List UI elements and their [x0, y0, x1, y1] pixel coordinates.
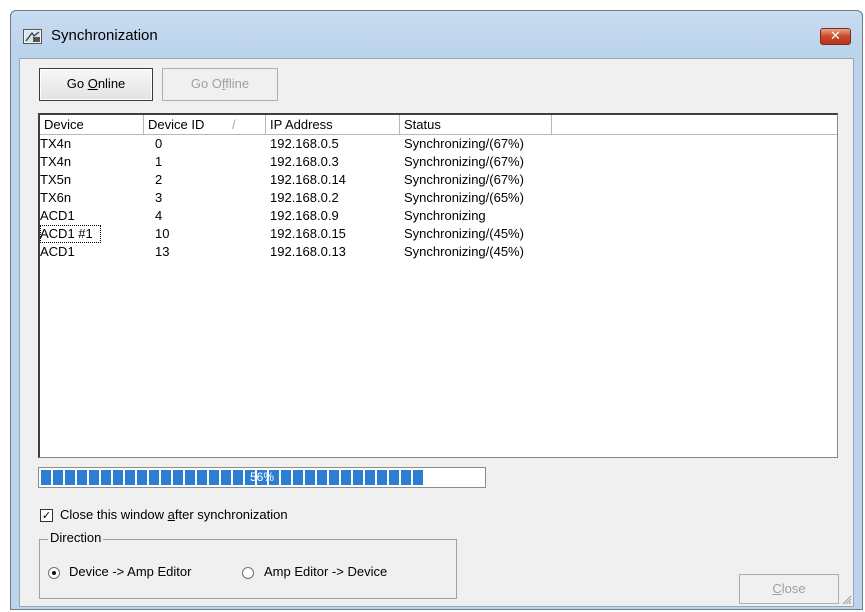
column-header-filler [552, 115, 837, 135]
cell-device-id: 13 [155, 244, 170, 259]
cell-device-id: 1 [155, 154, 163, 169]
cell-ip-address: 192.168.0.13 [270, 244, 346, 259]
cell-status: Synchronizing/(65%) [404, 190, 524, 205]
progress-percent-label: 56% [249, 470, 275, 484]
table-row[interactable]: TX4n 0 192.168.0.5 Synchronizing/(67%) [40, 135, 836, 153]
close-icon: ✕ [830, 29, 841, 44]
column-header-device-id[interactable]: Device ID / [144, 115, 266, 135]
cell-status: Synchronizing/(45%) [404, 226, 524, 241]
cell-status: Synchronizing [404, 208, 486, 223]
sort-indicator-icon: / [232, 117, 236, 132]
cell-status: Synchronizing/(67%) [404, 136, 524, 151]
go-offline-label-pre: Go O [190, 76, 222, 91]
direction-device-to-editor-label[interactable]: Device -> Amp Editor [69, 564, 191, 579]
cell-status: Synchronizing/(67%) [404, 172, 524, 187]
direction-editor-to-device-radio[interactable] [242, 567, 254, 579]
cell-device: TX6n [40, 190, 72, 205]
go-offline-label-post: fline [225, 76, 250, 91]
close-button[interactable]: Close [739, 574, 839, 604]
cell-ip-address: 192.168.0.3 [270, 154, 339, 169]
close-after-sync-checkbox[interactable]: ✓ [40, 509, 53, 522]
column-header-device-label: Device [44, 117, 84, 132]
column-header-ip-label: IP Address [270, 117, 333, 132]
sync-progress-bar: 56% [38, 467, 486, 488]
cell-device-id: 3 [155, 190, 163, 205]
table-row[interactable]: ACD1 #1 10 192.168.0.15 Synchronizing/(4… [40, 225, 836, 243]
close-after-label-pre: Close this window [60, 507, 168, 522]
synchronization-window: Synchronization ✕ Go Online Go Offline D… [10, 10, 863, 610]
dialog-client-area: Go Online Go Offline Device Device ID / I… [19, 58, 854, 607]
direction-device-to-editor-radio[interactable] [48, 567, 60, 579]
close-after-accelerator: a [167, 507, 175, 522]
cell-ip-address: 192.168.0.14 [270, 172, 346, 187]
table-row[interactable]: TX6n 3 192.168.0.2 Synchronizing/(65%) [40, 189, 836, 207]
table-row[interactable]: ACD1 13 192.168.0.13 Synchronizing/(45%) [40, 243, 836, 261]
cell-device: ACD1 [40, 208, 75, 223]
column-header-status[interactable]: Status [400, 115, 552, 135]
checkmark-icon: ✓ [41, 509, 52, 522]
cell-device-id: 10 [155, 226, 170, 241]
close-accelerator: C [772, 581, 782, 596]
cell-device: TX5n [40, 172, 72, 187]
cell-ip-address: 192.168.0.2 [270, 190, 339, 205]
title-bar[interactable]: Synchronization ✕ [11, 11, 862, 53]
cell-status: Synchronizing/(67%) [404, 154, 524, 169]
go-online-button[interactable]: Go Online [39, 68, 153, 101]
cell-ip-address: 192.168.0.15 [270, 226, 346, 241]
close-label-post: lose [781, 581, 806, 596]
device-list[interactable]: Device Device ID / IP Address Status TX4n… [38, 113, 838, 458]
direction-editor-to-device-label[interactable]: Amp Editor -> Device [264, 564, 387, 579]
column-header-device[interactable]: Device [40, 115, 144, 135]
sync-app-icon [23, 29, 42, 44]
cell-device: TX4n [40, 154, 72, 169]
cell-device-id: 0 [155, 136, 163, 151]
go-online-label-post: nline [97, 76, 126, 91]
cell-device-id: 2 [155, 172, 163, 187]
table-row[interactable]: TX5n 2 192.168.0.14 Synchronizing/(67%) [40, 171, 836, 189]
cell-device: ACD1 #1 [40, 225, 101, 243]
direction-group: Direction Device -> Amp Editor Amp Edito… [39, 530, 457, 599]
go-online-label-pre: Go [66, 76, 88, 91]
column-header-ip-address[interactable]: IP Address [266, 115, 400, 135]
column-header-status-label: Status [404, 117, 441, 132]
cell-device-id: 4 [155, 208, 163, 223]
cell-ip-address: 192.168.0.5 [270, 136, 339, 151]
table-row[interactable]: TX4n 1 192.168.0.3 Synchronizing/(67%) [40, 153, 836, 171]
table-row[interactable]: ACD1 4 192.168.0.9 Synchronizing [40, 207, 836, 225]
window-close-button[interactable]: ✕ [820, 28, 851, 45]
close-after-sync-label[interactable]: Close this window after synchronization [60, 507, 288, 522]
cell-status: Synchronizing/(45%) [404, 244, 524, 259]
close-after-label-post: fter synchronization [174, 507, 288, 522]
column-header-device-id-label: Device ID [148, 117, 205, 132]
cell-ip-address: 192.168.0.9 [270, 208, 339, 223]
go-offline-button[interactable]: Go Offline [162, 68, 278, 101]
resize-grip-icon[interactable] [840, 593, 852, 605]
cell-device: TX4n [40, 136, 72, 151]
cell-device: ACD1 [40, 244, 75, 259]
go-online-accelerator: O [87, 76, 98, 91]
window-title: Synchronization [51, 27, 158, 44]
direction-legend: Direction [48, 530, 104, 545]
